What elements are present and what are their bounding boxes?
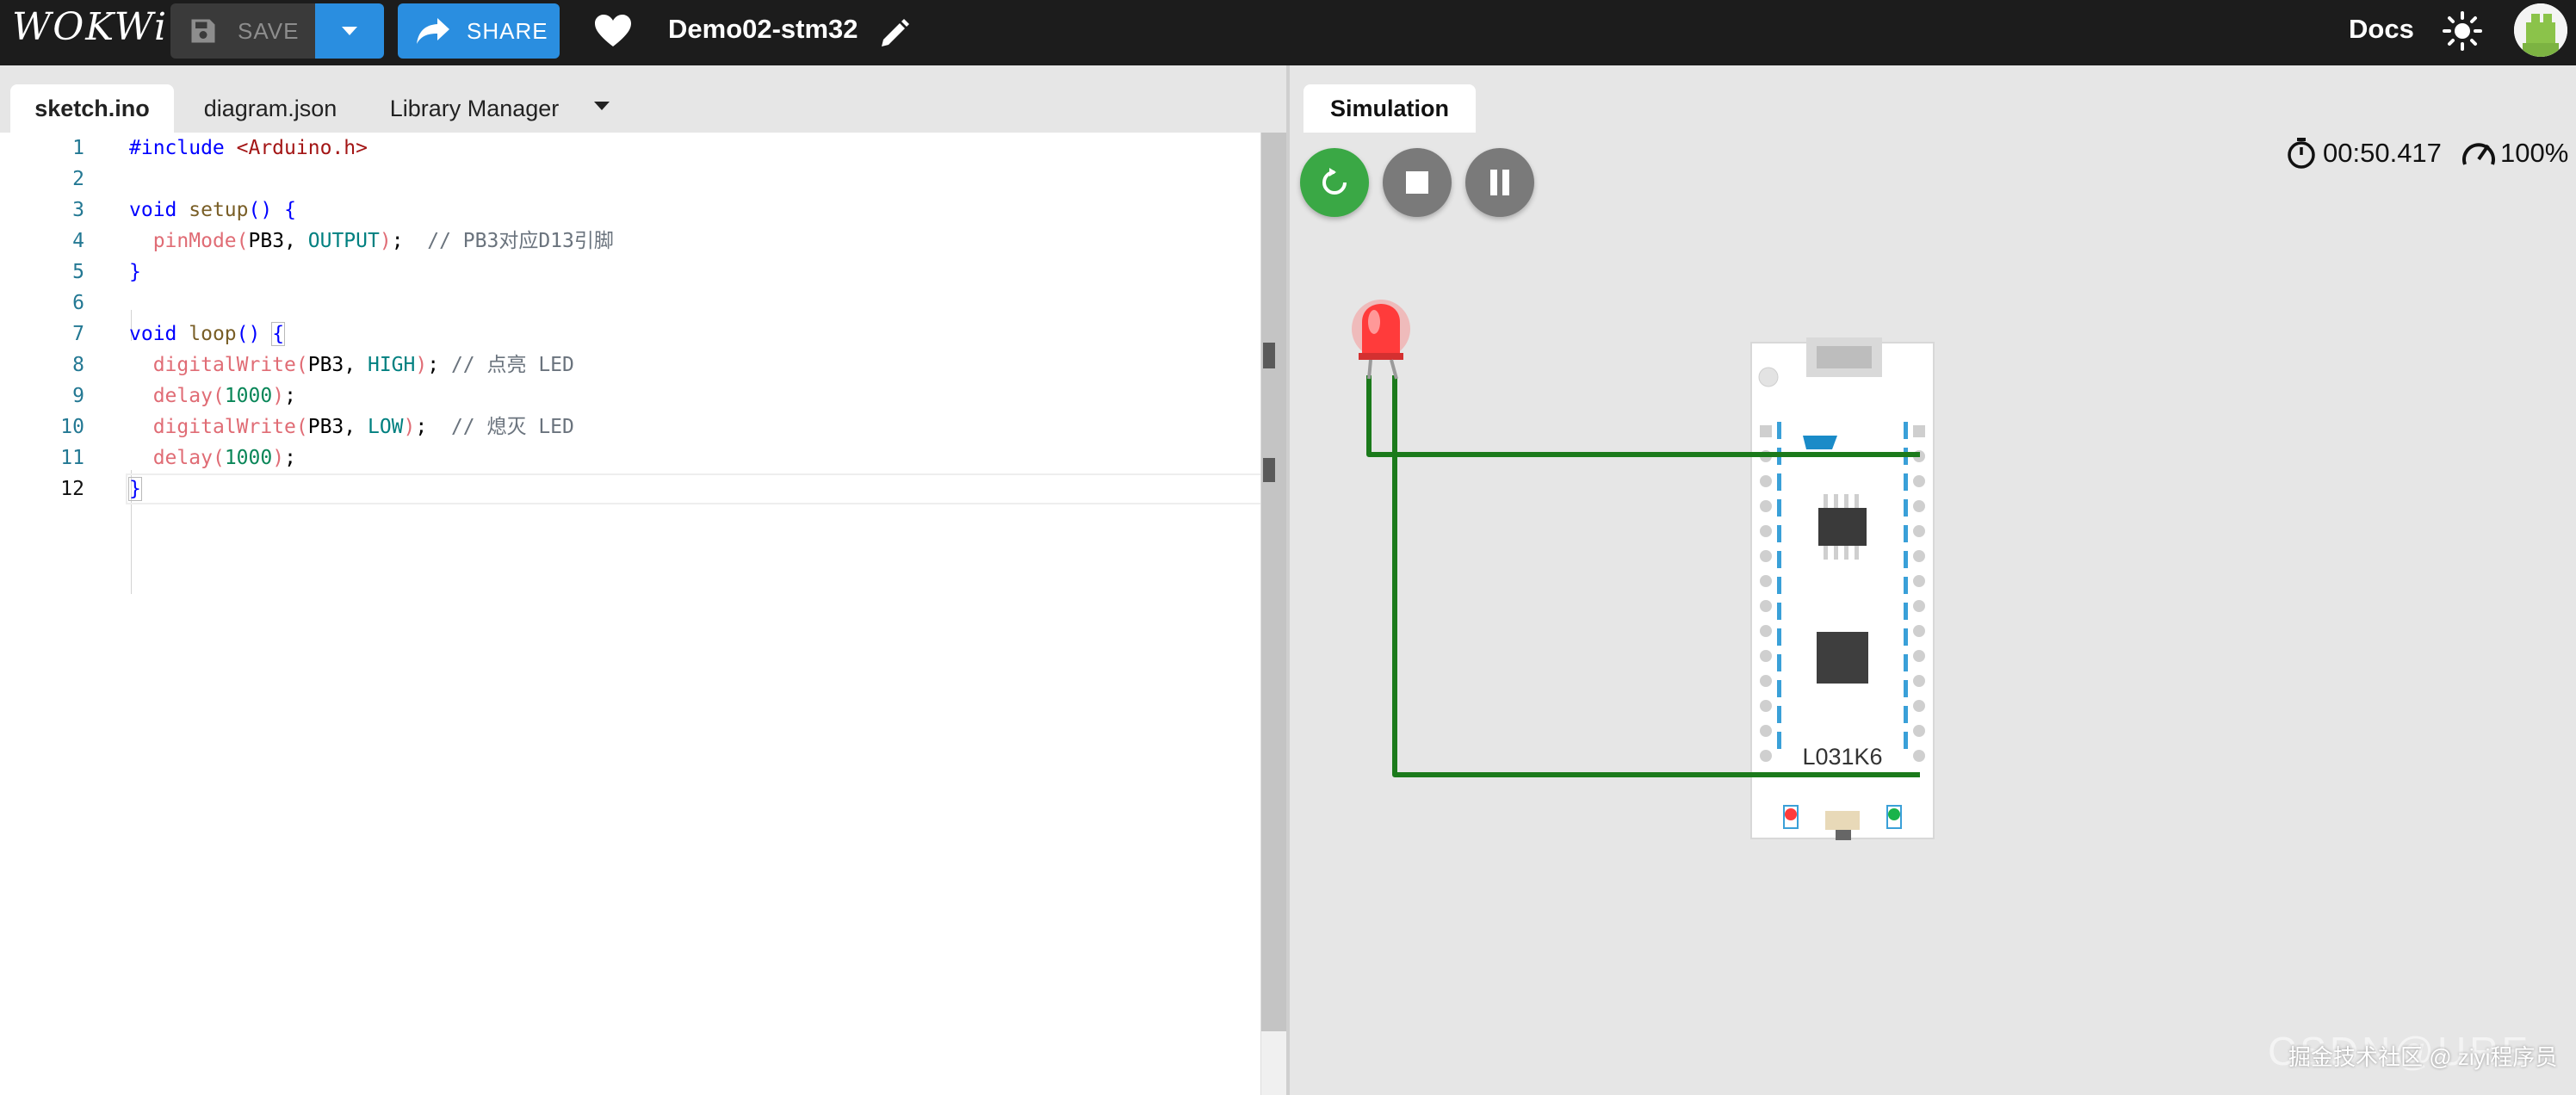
line-number: 7 (72, 323, 84, 345)
code-line: 6 (0, 288, 1286, 319)
scrollbar-marker (1263, 343, 1275, 368)
code-text: digitalWrite(PB3, LOW); // 熄灭 LED (152, 416, 574, 438)
share-label: SHARE (467, 17, 548, 44)
share-button[interactable]: SHARE (398, 3, 560, 59)
pause-icon (1490, 170, 1509, 195)
line-number: 11 (60, 447, 84, 469)
line-number: 8 (72, 354, 84, 376)
scrollbar-marker (1263, 458, 1275, 482)
stop-icon (1406, 171, 1428, 194)
board-label: L031K6 (1802, 744, 1882, 770)
user-avatar[interactable] (2514, 3, 2567, 57)
code-line: 1 #include <Arduino.h> (0, 133, 1286, 164)
simulation-timer: 00:50.417 (2285, 134, 2442, 172)
code-line: 9 delay(1000); (0, 380, 1286, 411)
line-number: 9 (72, 385, 84, 407)
code-line-current: 12 } (0, 473, 1286, 504)
code-text: void setup() { (129, 199, 296, 221)
docs-link[interactable]: Docs (2349, 14, 2414, 45)
speedometer-icon (2462, 143, 2495, 165)
timer-value: 00:50.417 (2323, 138, 2442, 168)
line-number: 4 (72, 230, 84, 252)
code-text: void loop() { (129, 322, 286, 346)
code-text: delay(1000); (152, 385, 296, 407)
code-text: } (128, 477, 142, 501)
save-button[interactable]: SAVE (170, 3, 315, 59)
chevron-down-icon (342, 27, 357, 35)
tab-simulation[interactable]: Simulation (1303, 84, 1476, 133)
code-line: 2 (0, 164, 1286, 195)
code-text: } (129, 261, 141, 283)
red-led[interactable] (1352, 300, 1410, 380)
save-options-dropdown[interactable] (315, 3, 384, 59)
line-number: 2 (72, 168, 84, 190)
line-number: 3 (72, 199, 84, 221)
wokwi-logo[interactable]: WOKWi (12, 5, 168, 49)
stop-simulation-button[interactable] (1383, 148, 1452, 217)
simulation-pane: L031K6 Simulation 00:50.417 100% (1290, 65, 2576, 1095)
avatar-robot-icon (2514, 3, 2567, 57)
top-bar: WOKWi SAVE SHARE Demo02-stm32 Docs (0, 0, 2576, 65)
code-line: 3 void setup() { (0, 195, 1286, 226)
restart-simulation-button[interactable] (1300, 148, 1369, 217)
line-number: 10 (60, 416, 84, 438)
sun-theme-icon[interactable] (2442, 10, 2483, 52)
share-arrow-icon (417, 18, 449, 44)
code-line: 8 digitalWrite(PB3, HIGH); // 点亮 LED (0, 350, 1286, 380)
restart-icon (1322, 168, 1347, 195)
project-title[interactable]: Demo02-stm32 (668, 14, 858, 45)
editor-tabs: sketch.ino diagram.json Library Manager (0, 65, 1286, 133)
speed-value: 100% (2500, 138, 2569, 168)
tab-library-manager[interactable]: Library Manager (365, 84, 584, 133)
editor-pane: sketch.ino diagram.json Library Manager … (0, 65, 1287, 1095)
line-number: 12 (60, 478, 84, 500)
code-text: pinMode(PB3, OUTPUT); // PB3对应D13引脚 (152, 230, 614, 252)
code-line: 11 delay(1000); (0, 442, 1286, 473)
line-number: 5 (72, 261, 84, 283)
current-line-highlight (126, 473, 1285, 504)
simulation-canvas[interactable]: L031K6 (1290, 65, 2576, 1095)
simulation-speed: 100% (2461, 134, 2568, 172)
heart-icon[interactable] (594, 14, 632, 48)
tabs-menu-caret-icon[interactable] (592, 100, 611, 112)
code-line: 10 digitalWrite(PB3, LOW); // 熄灭 LED (0, 411, 1286, 442)
pencil-edit-icon[interactable] (876, 17, 911, 52)
stm32-l031k6-board[interactable]: L031K6 (1750, 337, 1935, 840)
tab-diagram-json[interactable]: diagram.json (183, 84, 358, 133)
floppy-disk-icon (191, 19, 215, 43)
code-text: #include <Arduino.h> (129, 137, 368, 159)
code-line: 5 } (0, 257, 1286, 288)
code-text: digitalWrite(PB3, HIGH); // 点亮 LED (152, 354, 574, 376)
watermark: 掘金技术社区 @ ziyi程序员 (2288, 1044, 2558, 1070)
line-number: 1 (72, 137, 84, 159)
stopwatch-icon (2288, 138, 2315, 169)
save-label: SAVE (238, 17, 300, 44)
line-number: 6 (72, 292, 84, 314)
tab-sketch-ino[interactable]: sketch.ino (10, 84, 174, 133)
code-editor[interactable]: 1 #include <Arduino.h> 2 3 void setup() … (0, 133, 1285, 1095)
editor-scrollbar[interactable] (1260, 133, 1287, 1095)
code-text: delay(1000); (152, 447, 296, 469)
scrollbar-thumb[interactable] (1261, 133, 1287, 1031)
code-line: 7 void loop() { (0, 319, 1286, 350)
pause-simulation-button[interactable] (1465, 148, 1534, 217)
code-line: 4 pinMode(PB3, OUTPUT); // PB3对应D13引脚 (0, 226, 1286, 257)
